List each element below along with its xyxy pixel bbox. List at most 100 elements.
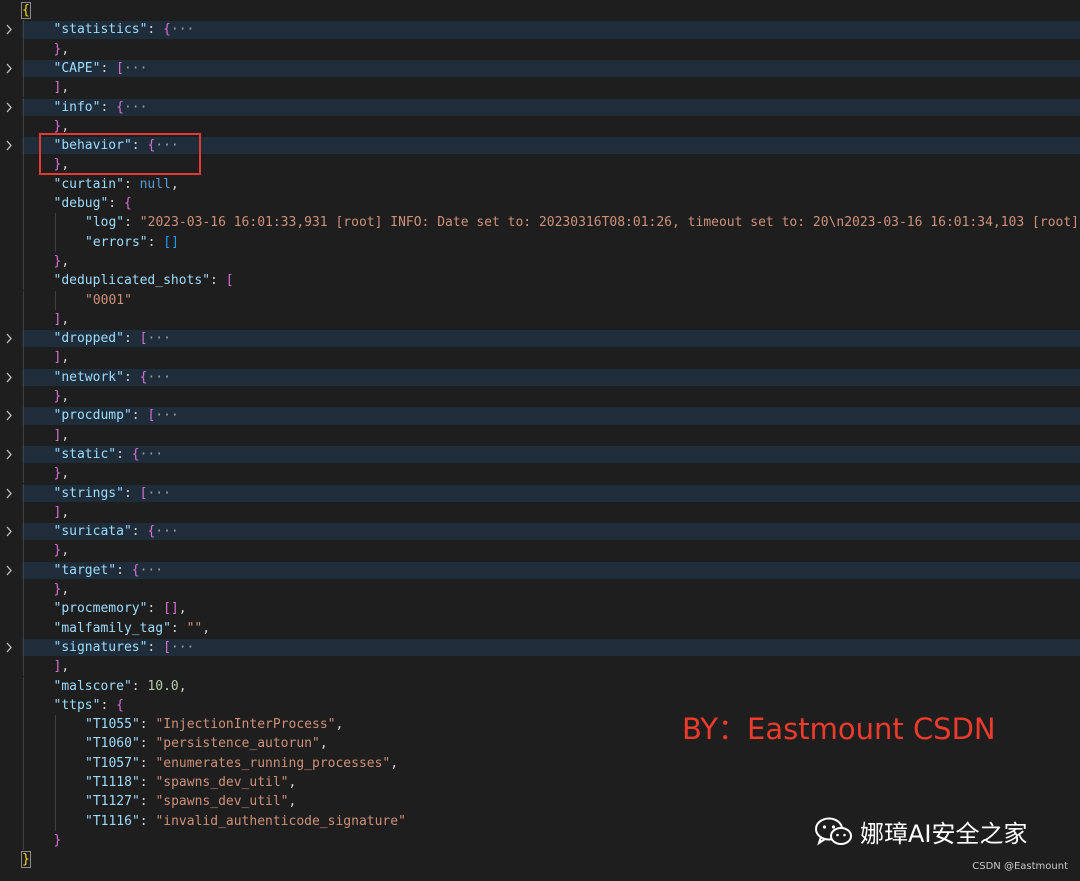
code-token: null <box>139 176 171 192</box>
code-line[interactable]: "malscore": 10.0, <box>0 676 1080 696</box>
chevron-right-icon[interactable] <box>4 98 18 117</box>
code-line[interactable]: "deduplicated_shots": [ <box>0 271 1080 291</box>
code-token: ··· <box>123 60 148 76</box>
code-line[interactable]: "errors": [] <box>0 232 1080 252</box>
code-token: : <box>131 678 148 694</box>
code-line[interactable]: "curtain": null, <box>0 174 1080 194</box>
code-token: : <box>139 755 156 771</box>
code-line[interactable]: "dropped": [··· <box>0 329 1080 349</box>
indent-guide <box>23 367 24 387</box>
code-token: ··· <box>139 562 164 578</box>
code-line[interactable]: "malfamily_tag": "", <box>0 618 1080 638</box>
code-line[interactable]: "target": {··· <box>0 560 1080 580</box>
chevron-right-icon[interactable] <box>4 522 18 541</box>
chevron-right-icon[interactable] <box>4 406 18 425</box>
code-text: "target": {··· <box>54 561 164 580</box>
code-token: ··· <box>147 485 171 501</box>
code-line[interactable]: "T1057": "enumerates_running_processes", <box>0 753 1080 773</box>
code-text: ], <box>54 657 70 676</box>
code-line[interactable]: }, <box>0 580 1080 600</box>
code-token: "CAPE" <box>53 60 101 76</box>
code-line[interactable]: ], <box>0 657 1080 677</box>
code-line[interactable]: "0001" <box>0 290 1080 310</box>
code-text: }, <box>54 580 70 599</box>
code-line[interactable]: "network": {··· <box>0 367 1080 387</box>
code-token: , <box>61 582 70 597</box>
code-token: ··· <box>139 446 164 462</box>
code-token: "errors" <box>85 234 148 250</box>
folded-region-highlight <box>22 523 1080 541</box>
code-line[interactable]: "debug": { <box>0 194 1080 214</box>
code-line[interactable]: "suricata": {··· <box>0 522 1080 542</box>
wechat-watermark: 娜璋AI安全之家 <box>814 814 1028 849</box>
code-text: ], <box>54 503 70 522</box>
code-token: , <box>178 678 187 694</box>
code-text: "info": {··· <box>54 98 148 117</box>
chevron-right-icon[interactable] <box>4 484 18 503</box>
code-token: : <box>108 196 124 211</box>
code-text: "T1116": "invalid_authenticode_signature… <box>85 812 406 831</box>
code-text: { <box>21 1 31 20</box>
code-token: "procmemory" <box>53 601 148 617</box>
code-line[interactable]: }, <box>0 541 1080 561</box>
chevron-right-icon[interactable] <box>4 59 18 78</box>
indent-guide <box>23 599 24 619</box>
code-line[interactable]: "T1118": "spawns_dev_util", <box>0 773 1080 793</box>
code-line[interactable]: "CAPE": [··· <box>0 58 1080 79</box>
code-line[interactable]: "static": {··· <box>0 444 1080 465</box>
code-text: }, <box>54 40 70 59</box>
code-line[interactable]: }, <box>0 39 1080 59</box>
code-line[interactable]: }, <box>0 251 1080 272</box>
code-token: "curtain" <box>53 176 124 192</box>
code-token: : <box>123 331 140 347</box>
code-text: ], <box>54 348 70 367</box>
code-line[interactable]: "statistics": {··· <box>0 20 1080 40</box>
code-line[interactable]: }, <box>0 387 1080 407</box>
code-line[interactable]: ], <box>0 309 1080 330</box>
code-token: 10.0 <box>147 678 179 694</box>
code-line[interactable]: "T1127": "spawns_dev_util", <box>0 792 1080 812</box>
code-text: "errors": [] <box>85 233 179 252</box>
code-token: "T1116" <box>85 813 140 829</box>
code-line[interactable]: "info": {··· <box>0 97 1080 117</box>
code-line[interactable]: ], <box>0 425 1080 445</box>
chevron-right-icon[interactable] <box>4 368 18 387</box>
code-line[interactable]: "procdump": [··· <box>0 406 1080 426</box>
code-token: , <box>61 118 70 134</box>
code-token: , <box>61 311 70 327</box>
chevron-right-icon[interactable] <box>4 329 18 348</box>
code-line[interactable]: "log": "2023-03-16 16:01:33,931 [root] I… <box>0 213 1080 233</box>
code-token: "network" <box>53 369 124 385</box>
code-line[interactable]: } <box>0 850 1080 869</box>
indent-guide <box>23 39 24 59</box>
chevron-right-icon[interactable] <box>4 561 18 580</box>
indent-guide <box>23 406 24 426</box>
code-token: : <box>116 446 132 462</box>
code-line[interactable]: { <box>0 1 1080 20</box>
code-line[interactable]: "procmemory": [], <box>0 599 1080 619</box>
code-token: "suricata" <box>53 524 132 540</box>
code-token: , <box>61 466 70 482</box>
chevron-right-icon[interactable] <box>4 136 18 155</box>
code-token: : <box>170 620 187 636</box>
code-text: }, <box>54 387 70 406</box>
chevron-right-icon[interactable] <box>4 20 18 39</box>
highlight-box <box>39 133 201 175</box>
code-token: { <box>131 446 140 462</box>
code-token: "statistics" <box>53 22 148 38</box>
code-line[interactable]: ], <box>0 78 1080 98</box>
code-line[interactable]: ], <box>0 348 1080 368</box>
code-text: "T1055": "InjectionInterProcess", <box>85 715 343 734</box>
code-token: [ <box>163 639 171 655</box>
code-line[interactable]: "strings": [··· <box>0 483 1080 503</box>
chevron-right-icon[interactable] <box>4 638 18 657</box>
code-text: "procdump": [··· <box>54 406 179 425</box>
code-line[interactable]: "signatures": [··· <box>0 637 1080 658</box>
code-text: "strings": [··· <box>54 484 171 503</box>
code-token: "enumerates_running_processes" <box>155 755 391 771</box>
code-line[interactable]: ], <box>0 502 1080 523</box>
chevron-right-icon[interactable] <box>4 445 18 464</box>
code-token: "0001" <box>85 292 132 308</box>
indent-guide <box>23 290 24 310</box>
code-line[interactable]: }, <box>0 464 1080 484</box>
